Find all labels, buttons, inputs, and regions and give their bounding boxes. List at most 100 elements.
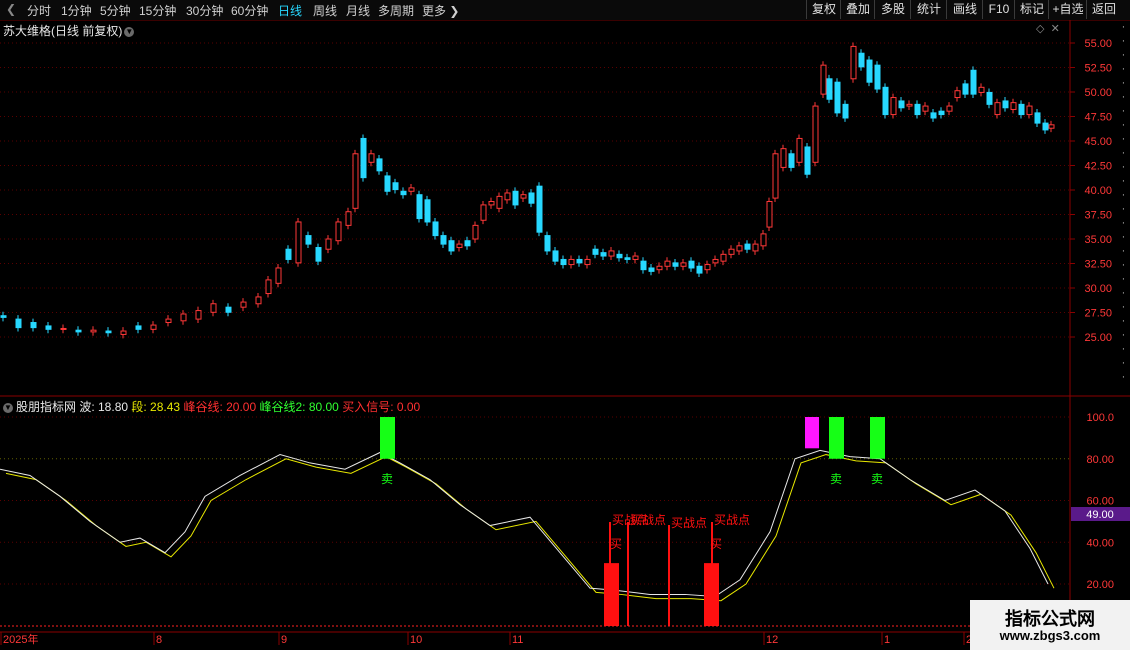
candle-70 xyxy=(696,265,703,274)
candle-31 xyxy=(384,175,391,192)
candle-42 xyxy=(472,224,479,240)
candle-115 xyxy=(1048,124,1055,129)
indicator-value-3: 峰谷线2: 80.00 xyxy=(259,400,343,414)
x-axis-label-5: 12 xyxy=(766,634,778,646)
price-axis-label-5: 42.50 xyxy=(1084,161,1112,173)
candle-49 xyxy=(528,192,535,204)
candle-48 xyxy=(520,194,527,199)
candle-56 xyxy=(584,258,591,266)
candle-108 xyxy=(994,102,1001,116)
candle-109 xyxy=(1002,100,1009,109)
indicator-title-bar: ▼ 股朋指标网 波: 18.80 段: 28.43 峰谷线: 20.00 峰谷线2… xyxy=(3,398,420,415)
sell-block-2 xyxy=(870,417,885,459)
indicator-menu-icon[interactable]: ▼ xyxy=(3,402,13,413)
buy-block-0 xyxy=(604,563,619,626)
candle-40 xyxy=(456,243,463,249)
price-axis-label-12: 25.00 xyxy=(1084,332,1112,344)
candle-3 xyxy=(45,325,52,330)
candle-87 xyxy=(826,78,833,100)
candle-8 xyxy=(120,330,127,335)
candle-65 xyxy=(656,265,663,271)
candle-57 xyxy=(592,248,599,255)
candle-88 xyxy=(834,81,841,114)
candle-102 xyxy=(946,105,953,112)
ind-axis-label-2: 60.00 xyxy=(1086,496,1114,508)
x-axis-label-2: 9 xyxy=(281,634,287,646)
candle-89 xyxy=(842,103,849,119)
candle-85 xyxy=(812,105,819,163)
candle-29 xyxy=(368,153,375,163)
candle-14 xyxy=(210,303,217,313)
sell-block-1 xyxy=(829,417,844,459)
candle-38 xyxy=(440,235,447,245)
candle-59 xyxy=(608,250,615,257)
x-axis-label-4: 11 xyxy=(512,634,523,646)
sell-label-1: 卖 xyxy=(830,472,842,486)
candle-12 xyxy=(180,313,187,322)
ind-axis-label-3: 40.00 xyxy=(1086,537,1114,549)
candle-66 xyxy=(664,260,671,267)
candle-103 xyxy=(954,90,961,99)
candle-4 xyxy=(60,327,67,330)
indicator-value-1: 段: 28.43 xyxy=(131,400,184,414)
candle-104 xyxy=(962,83,969,95)
candle-73 xyxy=(720,253,727,262)
candle-10 xyxy=(150,324,157,330)
candle-20 xyxy=(285,248,292,260)
candle-101 xyxy=(938,110,945,116)
candle-47 xyxy=(512,190,519,206)
candle-26 xyxy=(345,211,352,226)
candle-36 xyxy=(424,199,431,223)
candle-114 xyxy=(1042,122,1049,131)
watermark-url: www.zbgs3.com xyxy=(999,628,1101,643)
price-axis-label-4: 45.00 xyxy=(1084,136,1112,148)
candle-79 xyxy=(766,201,773,228)
candle-11 xyxy=(165,318,172,324)
price-axis-label-1: 52.50 xyxy=(1084,63,1112,75)
candle-30 xyxy=(376,158,383,172)
candle-41 xyxy=(464,240,471,247)
candle-9 xyxy=(135,325,142,330)
candle-83 xyxy=(796,137,803,163)
candle-84 xyxy=(804,146,811,175)
candle-2 xyxy=(30,322,37,329)
x-axis-label-6: 1 xyxy=(884,634,890,646)
candle-39 xyxy=(448,240,455,252)
buy-point-label-2: 买战点 xyxy=(671,516,707,530)
candle-98 xyxy=(914,103,921,116)
candle-15 xyxy=(225,306,232,313)
candle-0 xyxy=(0,315,7,318)
candle-74 xyxy=(728,248,735,255)
candle-62 xyxy=(632,255,639,260)
candle-111 xyxy=(1018,103,1025,116)
candle-81 xyxy=(780,148,787,168)
candle-92 xyxy=(866,59,873,83)
candle-90 xyxy=(850,45,857,80)
candle-75 xyxy=(736,245,743,252)
candle-16 xyxy=(240,301,247,308)
candle-37 xyxy=(432,221,439,237)
candle-23 xyxy=(315,247,322,262)
candle-1 xyxy=(15,318,22,329)
candle-61 xyxy=(624,257,631,260)
candle-94 xyxy=(882,86,889,116)
price-axis-label-3: 47.50 xyxy=(1084,112,1112,124)
candle-33 xyxy=(400,190,407,196)
candle-7 xyxy=(105,330,112,334)
candle-21 xyxy=(295,221,302,264)
candle-76 xyxy=(744,243,751,250)
candle-13 xyxy=(195,310,202,320)
indicator-value-0: 波: 18.80 xyxy=(79,400,132,414)
ind-axis-label-4: 20.00 xyxy=(1086,579,1114,591)
candle-97 xyxy=(906,103,913,107)
candle-54 xyxy=(568,258,575,266)
candle-18 xyxy=(265,279,272,295)
candle-107 xyxy=(986,91,993,105)
candle-95 xyxy=(890,97,897,116)
candle-50 xyxy=(536,185,543,233)
candle-32 xyxy=(392,182,399,191)
price-axis-label-8: 35.00 xyxy=(1084,234,1112,246)
price-axis-label-7: 37.50 xyxy=(1084,210,1112,222)
x-axis-label-3: 10 xyxy=(410,634,422,646)
wave-line-yellow xyxy=(5,454,1055,602)
